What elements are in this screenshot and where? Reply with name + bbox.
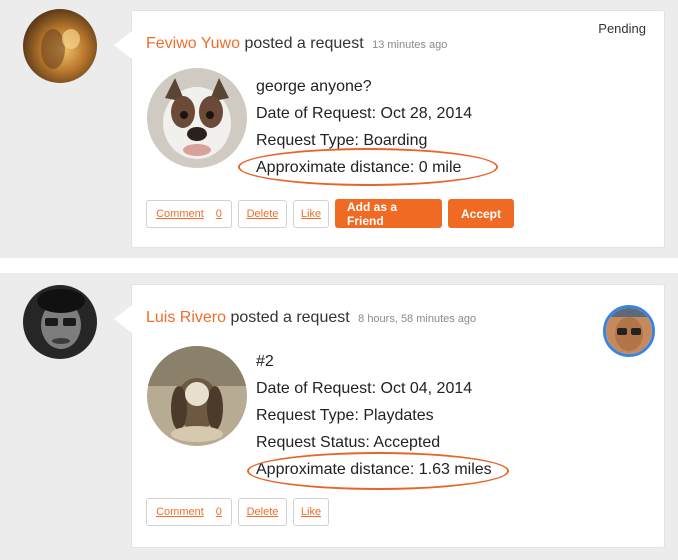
comment-label: Comment: [156, 207, 204, 220]
time-ago: 8 hours, 58 minutes ago: [358, 313, 477, 325]
request-date: Date of Request: Oct 28, 2014: [256, 105, 473, 122]
request-date: Date of Request: Oct 04, 2014: [256, 380, 473, 397]
comment-button[interactable]: Comment 0: [146, 199, 232, 228]
like-button[interactable]: Like: [293, 199, 329, 228]
comment-label: Comment: [156, 506, 204, 518]
delete-button[interactable]: Delete: [238, 498, 287, 526]
pet-photo[interactable]: [147, 346, 247, 446]
request-card: Luis Rivero posted a request 8 hours, 58…: [114, 284, 665, 548]
request-type: Request Type: Playdates: [256, 407, 434, 424]
accepter-avatar[interactable]: [603, 305, 655, 357]
comment-count: 0: [215, 207, 222, 220]
feed-post-1: Feviwo Yuwo posted a request 13 minutes …: [0, 0, 678, 258]
card-pointer: [114, 31, 132, 59]
status-badge: Pending: [598, 21, 646, 36]
post-header: Luis Rivero posted a request 8 hours, 58…: [146, 309, 476, 327]
poster-name-link[interactable]: Luis Rivero: [146, 309, 226, 326]
comment-count: 0: [215, 506, 222, 518]
request-card: Feviwo Yuwo posted a request 13 minutes …: [114, 10, 665, 248]
card-pointer: [114, 305, 132, 333]
poster-name-link[interactable]: Feviwo Yuwo: [146, 35, 240, 52]
poster-avatar[interactable]: [23, 285, 97, 359]
like-button[interactable]: Like: [293, 498, 329, 526]
post-action-text: posted a request: [244, 35, 364, 52]
pet-photo[interactable]: [147, 68, 247, 168]
request-title: george anyone?: [256, 78, 372, 95]
request-title: #2: [256, 353, 274, 370]
post-actions: Comment 0 Delete Like Add as a Friend Ac…: [146, 199, 514, 228]
poster-avatar[interactable]: [23, 9, 97, 83]
post-header: Feviwo Yuwo posted a request 13 minutes …: [146, 35, 447, 53]
post-actions: Comment 0 Delete Like: [146, 498, 329, 526]
post-action-text: posted a request: [230, 309, 350, 326]
add-friend-button[interactable]: Add as a Friend: [335, 199, 442, 228]
distance-highlight-oval: [238, 148, 498, 186]
delete-button[interactable]: Delete: [238, 199, 287, 228]
feed-post-2: Luis Rivero posted a request 8 hours, 58…: [0, 273, 678, 560]
time-ago: 13 minutes ago: [372, 39, 448, 51]
accept-button[interactable]: Accept: [448, 199, 514, 228]
comment-button[interactable]: Comment 0: [146, 498, 232, 526]
distance-highlight-oval: [247, 452, 509, 490]
